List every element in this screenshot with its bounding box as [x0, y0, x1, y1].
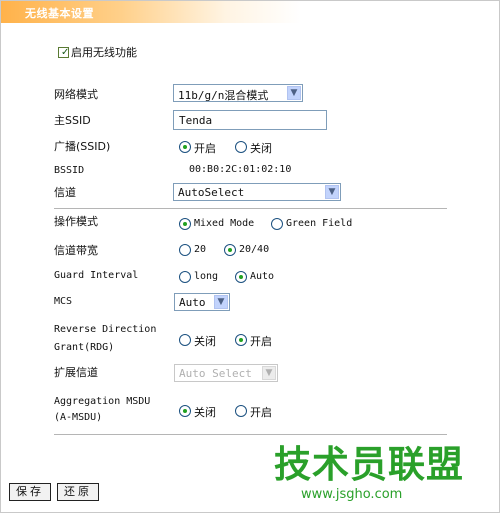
mcs-label: MCS	[54, 296, 73, 307]
mixed-mode-label: Mixed Mode	[194, 218, 255, 229]
mcs-select[interactable]: Auto ▼	[174, 293, 230, 311]
chevron-down-icon: ▼	[262, 366, 276, 380]
wireless-settings-panel: 无线基本设置 ✓ 启用无线功能 网络模式 11b/g/n混合模式 ▼ 主SSID…	[0, 0, 500, 513]
save-button[interactable]: 保存	[9, 483, 51, 501]
panel-header: 无线基本设置	[1, 1, 301, 23]
guard-long-radio[interactable]	[179, 271, 191, 283]
channel-value: AutoSelect	[178, 186, 245, 199]
bandwidth-2040-label: 20/40	[239, 244, 270, 255]
bandwidth-20-radio[interactable]	[179, 244, 191, 256]
page-title: 无线基本设置	[25, 7, 94, 20]
mcs-value: Auto	[179, 296, 206, 309]
rdg-label-line2: Grant(RDG)	[54, 342, 115, 353]
check-mark-icon: ✓	[61, 47, 70, 58]
rdg-off-radio[interactable]	[179, 334, 191, 346]
broadcast-off-label: 关闭	[250, 142, 272, 155]
amsdu-label-line2: (A-MSDU)	[54, 412, 103, 423]
bssid-value: 00:B0:2C:01:02:10	[189, 164, 292, 175]
amsdu-on-radio[interactable]	[235, 405, 247, 417]
network-mode-value: 11b/g/n混合模式	[178, 89, 269, 102]
main-ssid-label: 主SSID	[54, 114, 91, 127]
amsdu-off-label: 关闭	[194, 406, 216, 419]
radio-selected-dot	[183, 222, 187, 226]
rdg-on-radio[interactable]	[235, 334, 247, 346]
extension-channel-value: Auto Select	[179, 367, 252, 380]
radio-selected-dot	[239, 338, 243, 342]
green-field-radio[interactable]	[271, 218, 283, 230]
green-field-label: Green Field	[286, 218, 353, 229]
network-mode-label: 网络模式	[54, 88, 98, 101]
main-ssid-input[interactable]	[174, 111, 326, 129]
guard-auto-label: Auto	[250, 271, 275, 282]
enable-wireless-checkbox[interactable]: ✓	[58, 47, 69, 58]
radio-selected-dot	[228, 248, 232, 252]
watermark-url: www.jsgho.com	[301, 487, 403, 502]
rdg-on-label: 开启	[250, 335, 272, 348]
section-divider	[54, 208, 447, 209]
main-ssid-field[interactable]	[173, 110, 327, 130]
chevron-down-icon: ▼	[214, 295, 228, 309]
broadcast-on-radio[interactable]	[179, 141, 191, 153]
bandwidth-20-label: 20	[194, 244, 207, 255]
channel-bandwidth-label: 信道带宽	[54, 244, 98, 257]
amsdu-off-radio[interactable]	[179, 405, 191, 417]
guard-interval-label: Guard Interval	[54, 270, 139, 281]
restore-button[interactable]: 还原	[57, 483, 99, 501]
rdg-off-label: 关闭	[194, 335, 216, 348]
broadcast-off-radio[interactable]	[235, 141, 247, 153]
rdg-label-line1: Reverse Direction	[54, 324, 157, 335]
section-divider	[54, 434, 447, 435]
broadcast-on-label: 开启	[194, 142, 216, 155]
network-mode-select[interactable]: 11b/g/n混合模式 ▼	[173, 84, 303, 102]
channel-label: 信道	[54, 186, 76, 199]
bssid-label: BSSID	[54, 165, 85, 176]
watermark-logo: 技术员联盟	[274, 443, 464, 486]
chevron-down-icon: ▼	[325, 185, 339, 199]
radio-selected-dot	[183, 409, 187, 413]
broadcast-ssid-label: 广播(SSID)	[54, 140, 111, 153]
operation-mode-label: 操作模式	[54, 215, 98, 228]
amsdu-label-line1: Aggregation MSDU	[54, 396, 151, 407]
radio-selected-dot	[239, 275, 243, 279]
enable-wireless-label: 启用无线功能	[71, 46, 137, 59]
chevron-down-icon: ▼	[287, 86, 301, 100]
mixed-mode-radio[interactable]	[179, 218, 191, 230]
guard-auto-radio[interactable]	[235, 271, 247, 283]
extension-channel-select: Auto Select ▼	[174, 364, 278, 382]
bandwidth-2040-radio[interactable]	[224, 244, 236, 256]
amsdu-on-label: 开启	[250, 406, 272, 419]
guard-long-label: long	[194, 271, 219, 282]
channel-select[interactable]: AutoSelect ▼	[173, 183, 341, 201]
radio-selected-dot	[183, 145, 187, 149]
extension-channel-label: 扩展信道	[54, 366, 98, 379]
